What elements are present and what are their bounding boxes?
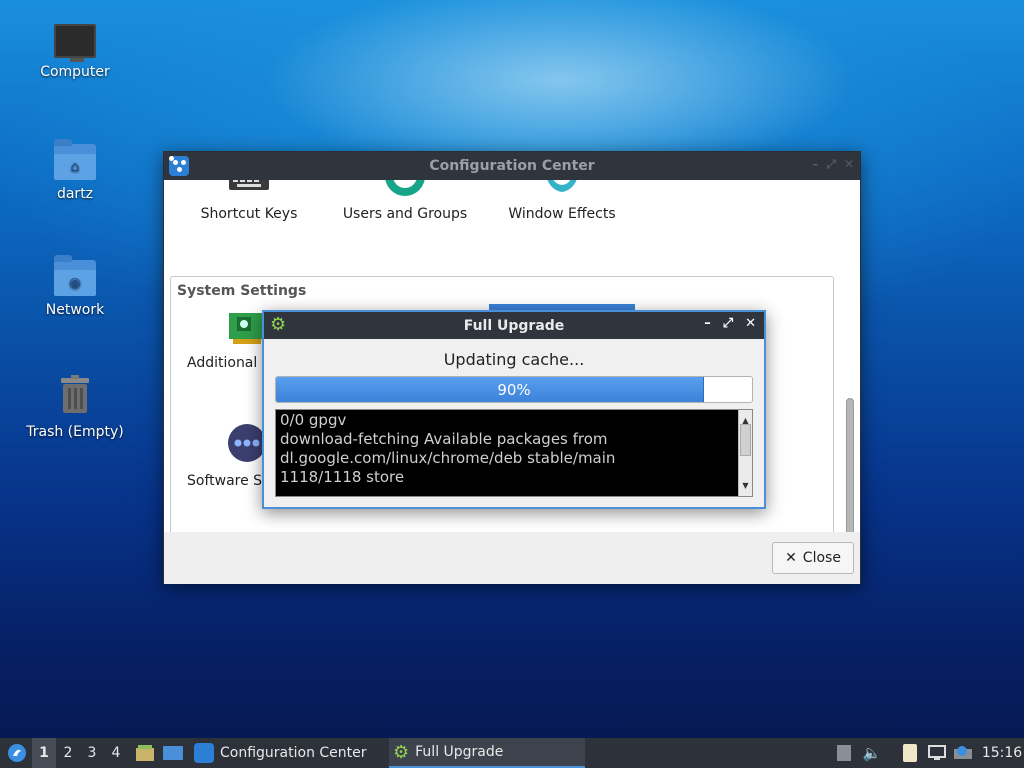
close-icon[interactable]: ✕ bbox=[745, 316, 756, 331]
network-icon bbox=[928, 745, 946, 760]
monitor-icon bbox=[54, 24, 96, 62]
task-label: Configuration Center bbox=[220, 745, 367, 761]
full-upgrade-dialog: ⚙ Full Upgrade – ⤢ ✕ Updating cache... 9… bbox=[262, 310, 766, 509]
output-log[interactable]: 0/0 gpgv download-fetching Available pac… bbox=[275, 409, 753, 497]
file-manager-icon bbox=[136, 745, 154, 761]
trash-icon bbox=[61, 375, 89, 413]
clipboard-icon bbox=[903, 744, 917, 762]
desktop-icon-label: dartz bbox=[56, 186, 94, 202]
close-x-icon: ✕ bbox=[785, 550, 797, 566]
item-label: Shortcut Keys bbox=[200, 206, 298, 222]
item-users-and-groups[interactable]: Users and Groups bbox=[340, 180, 470, 222]
log-scrollbar-thumb[interactable] bbox=[740, 424, 751, 456]
workspace-4[interactable]: 4 bbox=[104, 738, 128, 768]
configuration-center-icon bbox=[194, 743, 214, 763]
progress-bar: 90% bbox=[275, 376, 753, 403]
log-line: 0/0 gpgv bbox=[280, 411, 347, 429]
item-label: Window Effects bbox=[508, 206, 616, 222]
desktop-icon-home[interactable]: ⌂ dartz bbox=[20, 139, 130, 202]
volume-button[interactable]: 🔈 bbox=[862, 738, 882, 768]
volume-icon: 🔈 bbox=[862, 744, 882, 762]
network-folder-icon: ◉ bbox=[54, 255, 96, 296]
updates-button[interactable] bbox=[952, 738, 974, 768]
clock[interactable]: 15:16 bbox=[980, 738, 1024, 768]
item-shortcut-keys[interactable]: Shortcut Keys bbox=[194, 180, 304, 222]
log-scrollbar[interactable]: ▲ ▼ bbox=[738, 410, 752, 496]
desktop-icon-computer[interactable]: Computer bbox=[20, 24, 130, 80]
workspace-3[interactable]: 3 bbox=[80, 738, 104, 768]
configuration-center-icon bbox=[169, 156, 189, 176]
content-scrollbar[interactable] bbox=[846, 398, 854, 532]
update-notification-icon bbox=[954, 746, 972, 759]
dialog-controls: – ⤢ ✕ bbox=[704, 316, 756, 331]
log-line: dl.google.com/linux/chrome/deb stable/ma… bbox=[280, 449, 616, 467]
clipboard-button[interactable] bbox=[900, 738, 920, 768]
close-icon[interactable]: ✕ bbox=[844, 157, 854, 172]
tray-expander[interactable] bbox=[834, 738, 854, 768]
taskbar: 1 2 3 4 Configuration Center ⚙ Full Upgr… bbox=[0, 738, 1024, 768]
log-line: 1118/1118 store bbox=[280, 468, 405, 486]
close-button-label: Close bbox=[802, 550, 841, 566]
dialog-titlebar[interactable]: ⚙ Full Upgrade – ⤢ ✕ bbox=[264, 312, 764, 339]
gear-icon: ⚙ bbox=[393, 741, 410, 763]
section-title: System Settings bbox=[177, 283, 307, 299]
status-text: Updating cache... bbox=[443, 350, 585, 369]
start-menu-icon bbox=[8, 744, 26, 762]
item-window-effects[interactable]: Window Effects bbox=[500, 180, 624, 222]
window-effects-icon bbox=[547, 180, 577, 192]
window-footer: ✕ Close bbox=[164, 532, 860, 584]
workspace-1[interactable]: 1 bbox=[32, 738, 56, 768]
maximize-icon[interactable]: ⤢ bbox=[723, 316, 733, 331]
start-menu-button[interactable] bbox=[4, 738, 30, 768]
window-controls: – ⤢ ✕ bbox=[812, 157, 854, 172]
task-configuration-center[interactable]: Configuration Center bbox=[190, 738, 380, 768]
task-label: Full Upgrade bbox=[415, 744, 504, 760]
users-icon bbox=[385, 180, 425, 196]
desktop-icon-label: Trash (Empty) bbox=[26, 424, 124, 440]
maximize-icon[interactable]: ⤢ bbox=[826, 157, 836, 172]
minimize-icon[interactable]: – bbox=[704, 316, 711, 331]
tray-arrow-icon bbox=[837, 745, 851, 761]
desktop-icon bbox=[163, 746, 183, 760]
hardware-card-icon bbox=[229, 313, 265, 344]
scroll-down-icon[interactable]: ▼ bbox=[739, 476, 752, 495]
keyboard-icon bbox=[229, 180, 269, 190]
window-titlebar[interactable]: Configuration Center – ⤢ ✕ bbox=[164, 152, 860, 180]
dialog-title: Full Upgrade bbox=[463, 317, 565, 334]
window-title: Configuration Center bbox=[429, 158, 595, 174]
minimize-icon[interactable]: – bbox=[812, 157, 818, 172]
desktop-icon-trash[interactable]: Trash (Empty) bbox=[20, 374, 130, 440]
home-folder-icon: ⌂ bbox=[54, 139, 96, 180]
desktop-icon-label: Computer bbox=[40, 64, 110, 80]
scrollbar-thumb[interactable] bbox=[846, 398, 854, 532]
software-sources-icon bbox=[228, 424, 266, 462]
item-label: Users and Groups bbox=[342, 206, 468, 222]
desktop-icon-label: Network bbox=[45, 302, 105, 318]
workspace-2[interactable]: 2 bbox=[56, 738, 80, 768]
task-full-upgrade[interactable]: ⚙ Full Upgrade bbox=[389, 738, 585, 768]
network-button[interactable] bbox=[926, 738, 948, 768]
desktop-icon-network[interactable]: ◉ Network bbox=[20, 255, 130, 318]
gear-icon: ⚙ bbox=[270, 314, 287, 335]
show-desktop-button[interactable] bbox=[162, 738, 184, 768]
close-button[interactable]: ✕ Close bbox=[772, 542, 854, 574]
file-manager-launcher[interactable] bbox=[134, 738, 156, 768]
progress-label: 90% bbox=[497, 381, 531, 399]
log-line: download-fetching Available packages fro… bbox=[280, 430, 608, 448]
